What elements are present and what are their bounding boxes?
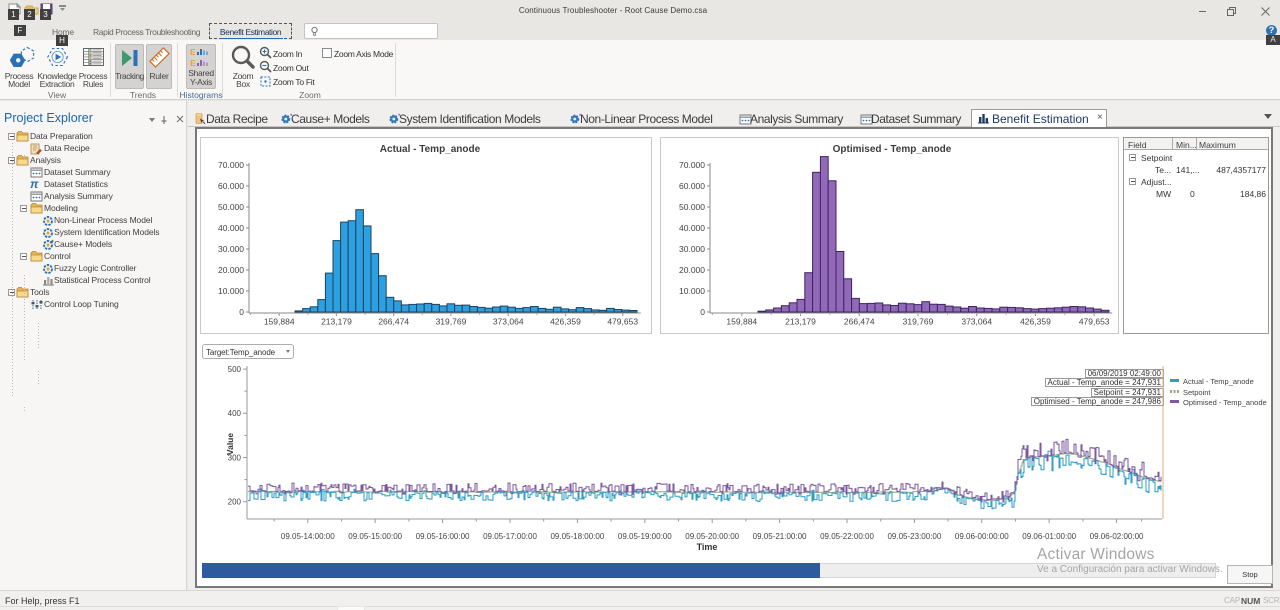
svg-text:E: E xyxy=(190,58,196,68)
svg-text:E: E xyxy=(190,47,196,57)
